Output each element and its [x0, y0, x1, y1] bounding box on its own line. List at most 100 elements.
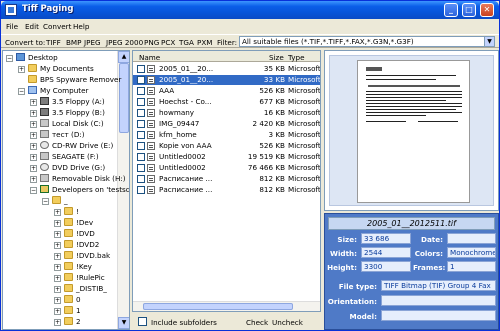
tree-item[interactable]: !DVD.bak [64, 251, 110, 261]
tree-item[interactable]: !Dev [64, 218, 93, 228]
menu-file[interactable]: File [6, 22, 18, 31]
menu-edit[interactable]: Edit [25, 22, 39, 31]
file-checkbox[interactable] [137, 175, 145, 183]
file-row[interactable]: Hoechst - Co... 677 KBMicrosoft Of [133, 97, 320, 107]
tree-item[interactable]: 0 [64, 295, 81, 305]
tree-item[interactable]: 1 [64, 306, 81, 316]
format-jpeg-button[interactable]: JPEG [84, 38, 101, 47]
file-checkbox[interactable] [137, 65, 145, 73]
expand-icon[interactable]: + [54, 231, 61, 238]
tree-item[interactable]: !RulePic [64, 273, 105, 283]
tree-item[interactable]: SEAGATE (F:) [40, 152, 99, 162]
filter-dropdown[interactable]: All suitable files (*.TIF,*.TIFF,*.FAX,*… [239, 36, 495, 47]
column-size[interactable]: Size [269, 53, 284, 62]
chevron-down-icon[interactable]: ▼ [484, 37, 494, 46]
file-row[interactable]: Kopie von AAA 526 KBMicrosoft Of [133, 141, 320, 151]
tree-item[interactable]: CD-RW Drive (E:) [40, 141, 113, 151]
expand-icon[interactable]: + [30, 121, 37, 128]
tree-item[interactable]: !Key [64, 262, 92, 272]
format-png-button[interactable]: PNG [144, 38, 159, 47]
tree-item[interactable]: !DVD [64, 229, 95, 239]
tree-item[interactable]: !DVD2 [64, 240, 99, 250]
tree-item[interactable]: 3.5 Floppy (B:) [40, 108, 105, 118]
tree-item[interactable]: Desktop [16, 53, 58, 63]
file-row[interactable]: Расписание ... 812 KBMicrosoft Of [133, 185, 320, 195]
collapse-icon[interactable]: − [42, 198, 49, 205]
maximize-button[interactable]: □ [462, 3, 476, 17]
check-button[interactable]: Check [246, 318, 268, 327]
file-checkbox[interactable] [137, 153, 145, 161]
expand-icon[interactable]: + [30, 176, 37, 183]
expand-icon[interactable]: + [54, 275, 61, 282]
format-bmp-button[interactable]: BMP [66, 38, 81, 47]
file-checkbox[interactable] [137, 98, 145, 106]
format-jpeg2000-button[interactable]: JPEG 2000 [106, 38, 143, 47]
tree-item[interactable]: Developers on 'testsqls [40, 185, 129, 195]
file-list-hscrollbar[interactable] [133, 301, 320, 311]
file-list[interactable]: Name Size Type 2005_01__20... 35 KB Micros… [132, 50, 321, 312]
file-row[interactable]: howmany 16 KBMicrosoft Of [133, 108, 320, 118]
tree-item[interactable]: Local Disk (C:) [40, 119, 104, 129]
expand-icon[interactable]: + [54, 319, 61, 326]
file-row[interactable]: 2005_01__20... 35 KBMicrosoft Of [133, 64, 320, 74]
tree-item[interactable]: 3.5 Floppy (A:) [40, 97, 105, 107]
include-subfolders-label[interactable]: Include subfolders [151, 318, 217, 327]
format-tiff-button[interactable]: TIFF [46, 38, 61, 47]
title-bar[interactable]: Tiff Paging _ □ ✕ [1, 1, 499, 19]
expand-icon[interactable]: + [30, 99, 37, 106]
tree-item[interactable]: 2 [64, 317, 81, 327]
file-row[interactable]: Untitled0002 76 466 KBMicrosoft Of [133, 163, 320, 173]
tree-item[interactable]: My Computer [28, 86, 88, 96]
minimize-button[interactable]: _ [444, 3, 458, 17]
file-checkbox[interactable] [137, 186, 145, 194]
tree-item[interactable]: DVD Drive (G:) [40, 163, 105, 173]
format-pcx-button[interactable]: PCX [161, 38, 175, 47]
tree-item[interactable]: My Documents [28, 64, 94, 74]
expand-icon[interactable]: + [54, 242, 61, 249]
file-row[interactable]: kfm_home 3 KBMicrosoft Of [133, 130, 320, 140]
menu-help[interactable]: Help [73, 22, 89, 31]
tree-scroll-thumb[interactable] [119, 63, 129, 133]
file-checkbox[interactable] [137, 164, 145, 172]
scroll-up-icon[interactable]: ▲ [118, 51, 129, 63]
file-row[interactable]: Расписание ... 812 KBMicrosoft Of [133, 174, 320, 184]
column-name[interactable]: Name [139, 53, 160, 62]
expand-icon[interactable]: + [30, 132, 37, 139]
tree-item[interactable]: ! [64, 207, 79, 217]
tree-item[interactable]: BPS Spyware Remover [28, 75, 121, 85]
file-checkbox[interactable] [137, 109, 145, 117]
expand-icon[interactable]: + [54, 297, 61, 304]
expand-icon[interactable]: + [30, 143, 37, 150]
tree-item[interactable]: _DISTIB_ [64, 284, 107, 294]
expand-icon[interactable]: + [54, 209, 61, 216]
format-tga-button[interactable]: TGA [179, 38, 194, 47]
file-row[interactable]: AAA 526 KBMicrosoft Of [133, 86, 320, 96]
folder-tree[interactable]: ▲ ▼ − Desktop + My Documents BPS Spyware Rem… [2, 50, 130, 330]
file-checkbox[interactable] [137, 131, 145, 139]
include-subfolders-checkbox[interactable] [138, 317, 147, 326]
file-checkbox[interactable] [137, 87, 145, 95]
column-type[interactable]: Type [288, 53, 305, 62]
expand-icon[interactable]: + [54, 264, 61, 271]
collapse-icon[interactable]: − [18, 88, 25, 95]
file-row[interactable]: IMG_09447 2 420 KBMicrosoft Of [133, 119, 320, 129]
expand-icon[interactable]: + [54, 308, 61, 315]
file-list-scroll-thumb[interactable] [143, 303, 293, 310]
expand-icon[interactable]: + [54, 286, 61, 293]
expand-icon[interactable]: + [30, 165, 37, 172]
tree-item[interactable]: Removable Disk (H:) [40, 174, 126, 184]
expand-icon[interactable]: + [30, 154, 37, 161]
expand-icon[interactable]: + [30, 110, 37, 117]
collapse-icon[interactable]: − [30, 187, 37, 194]
expand-icon[interactable]: + [54, 220, 61, 227]
collapse-icon[interactable]: − [6, 55, 13, 62]
tree-item[interactable]: тест (D:) [40, 130, 85, 140]
close-button[interactable]: ✕ [480, 3, 494, 17]
file-checkbox[interactable] [137, 76, 145, 84]
expand-icon[interactable]: + [18, 66, 25, 73]
file-checkbox[interactable] [137, 142, 145, 150]
file-row[interactable]: 2005_01__20... 33 KBMicrosoft Of [133, 75, 320, 85]
scroll-down-icon[interactable]: ▼ [118, 317, 129, 329]
menu-convert[interactable]: Convert [43, 22, 71, 31]
format-pxm-button[interactable]: PXM [197, 38, 212, 47]
